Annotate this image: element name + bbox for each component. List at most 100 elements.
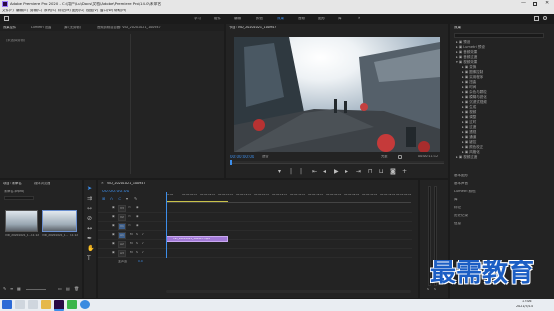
track-select-tool-icon[interactable]: ⇉	[87, 196, 92, 202]
go-to-out-icon[interactable]: ⇥	[356, 169, 361, 175]
snap-icon[interactable]: ∩	[110, 197, 113, 201]
nest-toggle-icon[interactable]: ⊞	[102, 197, 105, 201]
track-eye-icon[interactable]: ◉	[136, 215, 139, 218]
solo-right-icon[interactable]: S	[434, 288, 436, 291]
track-sync-icon[interactable]: ▭	[128, 215, 131, 218]
track-mute-icon[interactable]: M	[130, 233, 133, 236]
menu-help[interactable]: 帮助(H)	[114, 9, 126, 13]
timeline-timecode[interactable]: 00:00:00:00	[102, 190, 129, 195]
timeline-clip-v1[interactable]: VID_20201021_100947.mp4	[166, 236, 228, 242]
search-taskbar-icon[interactable]	[15, 300, 25, 309]
tab-effect-controls[interactable]: 效果控件	[3, 26, 16, 29]
track-solo-icon[interactable]: S	[136, 251, 138, 254]
track-lock-icon[interactable]: ▣	[112, 251, 115, 254]
pen-tool-icon[interactable]: ✒	[87, 236, 92, 242]
program-playhead[interactable]	[230, 160, 232, 165]
workspace-tab-audio[interactable]: 音频	[298, 17, 305, 21]
tab-project[interactable]: 项目: 未命名	[3, 182, 22, 185]
track-lock-icon[interactable]: ▣	[112, 224, 115, 227]
taskbar-date[interactable]: 2021/5/14	[516, 305, 533, 308]
home-icon[interactable]	[4, 16, 9, 21]
track-mute-icon[interactable]: M	[130, 242, 133, 245]
wechat-icon[interactable]	[67, 300, 77, 309]
export-frame-icon[interactable]: ◙	[390, 169, 396, 175]
markers-link[interactable]: 标记	[454, 206, 461, 210]
slip-tool-icon[interactable]: ↔	[87, 226, 92, 232]
essential-sound-link[interactable]: 基本声音	[454, 182, 468, 186]
tab-audio-clip-mixer[interactable]: 音频剪辑混合器: VID_20201021_100947	[97, 26, 161, 29]
timeline-h-scrollbar[interactable]	[166, 290, 411, 293]
play-icon[interactable]: ▶	[334, 169, 339, 175]
timeline-settings-icon[interactable]: ✎	[134, 197, 137, 201]
project-item-1[interactable]	[5, 210, 38, 232]
work-area-bar[interactable]	[166, 201, 228, 202]
menu-clip[interactable]: 剪辑(C)	[30, 9, 42, 13]
timeline-close-icon[interactable]: ✕	[101, 182, 104, 185]
workspace-tab-graphics[interactable]: 图形	[318, 17, 325, 21]
export-icon[interactable]	[534, 16, 539, 21]
settings-plus-icon[interactable]: +	[402, 169, 407, 175]
workspace-tab-libraries[interactable]: 库	[338, 17, 342, 21]
track-lock-icon[interactable]: ▣	[112, 242, 115, 245]
workspace-tab-learn[interactable]: 学习	[194, 17, 201, 21]
menu-edit[interactable]: 编辑(E)	[16, 9, 28, 13]
workspace-tab-effects[interactable]: 效果	[277, 17, 284, 21]
workspace-tab-color[interactable]: 颜色	[256, 17, 263, 21]
search-icon[interactable]	[543, 16, 547, 20]
tab-lumetri-scopes[interactable]: Lumetri 范围	[31, 26, 51, 29]
master-track-value[interactable]: 0.0	[138, 260, 143, 263]
pencil-icon[interactable]: ✎	[3, 287, 6, 291]
linked-selection-icon[interactable]: ⊂	[118, 197, 121, 201]
maximize-button[interactable]	[533, 2, 537, 6]
menu-sequence[interactable]: 序列(S)	[44, 9, 56, 13]
ripple-edit-tool-icon[interactable]: ⇿	[87, 206, 92, 212]
go-to-in-icon[interactable]: ⇤	[312, 169, 317, 175]
wrench-icon[interactable]	[398, 155, 402, 159]
track-eye-icon[interactable]: ◉	[136, 224, 139, 227]
list-view-icon[interactable]: ≡	[10, 287, 13, 291]
razor-tool-icon[interactable]: ⊘	[87, 216, 92, 222]
browser-icon[interactable]	[80, 300, 90, 309]
minimize-button[interactable]: —	[521, 1, 526, 6]
track-solo-icon[interactable]: S	[136, 242, 138, 245]
timeline-sequence-tab[interactable]: VID_20201021_100947	[107, 182, 145, 185]
mark-in-icon[interactable]: |	[290, 169, 292, 175]
project-search-input[interactable]	[4, 196, 34, 200]
history-link[interactable]: 历史记录	[454, 214, 468, 218]
type-tool-icon[interactable]: T	[87, 256, 91, 262]
timeline-playhead[interactable]	[166, 192, 167, 258]
lift-icon[interactable]: ⊓	[368, 169, 373, 175]
extract-icon[interactable]: ⊔	[379, 169, 384, 175]
track-sync-icon[interactable]: ▭	[128, 224, 131, 227]
taskbar-time[interactable]: 17:06	[522, 300, 532, 303]
tree-item-video-transitions[interactable]: ▸ ▣ 视频过渡	[456, 155, 477, 160]
track-mic-icon[interactable]: ♪	[142, 242, 144, 245]
solo-left-icon[interactable]: S	[427, 288, 429, 291]
effects-panel-title[interactable]: 效果	[454, 26, 461, 30]
selection-tool-icon[interactable]: ➤	[87, 186, 92, 192]
taskview-icon[interactable]	[28, 300, 38, 309]
windows-start-icon[interactable]	[2, 300, 12, 309]
premiere-taskbar-icon[interactable]	[54, 300, 64, 311]
tab-source[interactable]: 源:(无剪辑)	[64, 26, 81, 29]
track-mic-icon[interactable]: ♪	[142, 251, 144, 254]
menu-marker[interactable]: 标记(M)	[58, 9, 71, 13]
track-lock-icon[interactable]: ▣	[112, 215, 115, 218]
libraries-link[interactable]: 库	[454, 198, 458, 202]
program-timecode[interactable]: 00:00:00:00	[230, 155, 254, 159]
add-marker-icon[interactable]: ▾	[126, 197, 128, 201]
track-label[interactable]: A3	[118, 250, 126, 257]
workspace-more-icon[interactable]: »	[358, 16, 360, 20]
icon-view-icon[interactable]: ▦	[17, 287, 21, 291]
project-item-2[interactable]	[42, 210, 77, 232]
menu-view[interactable]: 视图(V)	[86, 9, 98, 13]
menu-graphics[interactable]: 图形(G)	[72, 9, 84, 13]
workspace-tab-editing[interactable]: 编辑	[234, 17, 241, 21]
track-label[interactable]: V2	[118, 214, 126, 221]
new-bin-icon[interactable]: ▭	[58, 287, 62, 291]
track-lock-icon[interactable]: ▣	[112, 206, 115, 209]
menu-window[interactable]: 窗口(W)	[100, 9, 113, 13]
step-forward-icon[interactable]: ▸	[345, 169, 348, 175]
program-quality-dropdown[interactable]: 完整	[381, 155, 388, 158]
track-mic-icon[interactable]: ♪	[142, 233, 144, 236]
